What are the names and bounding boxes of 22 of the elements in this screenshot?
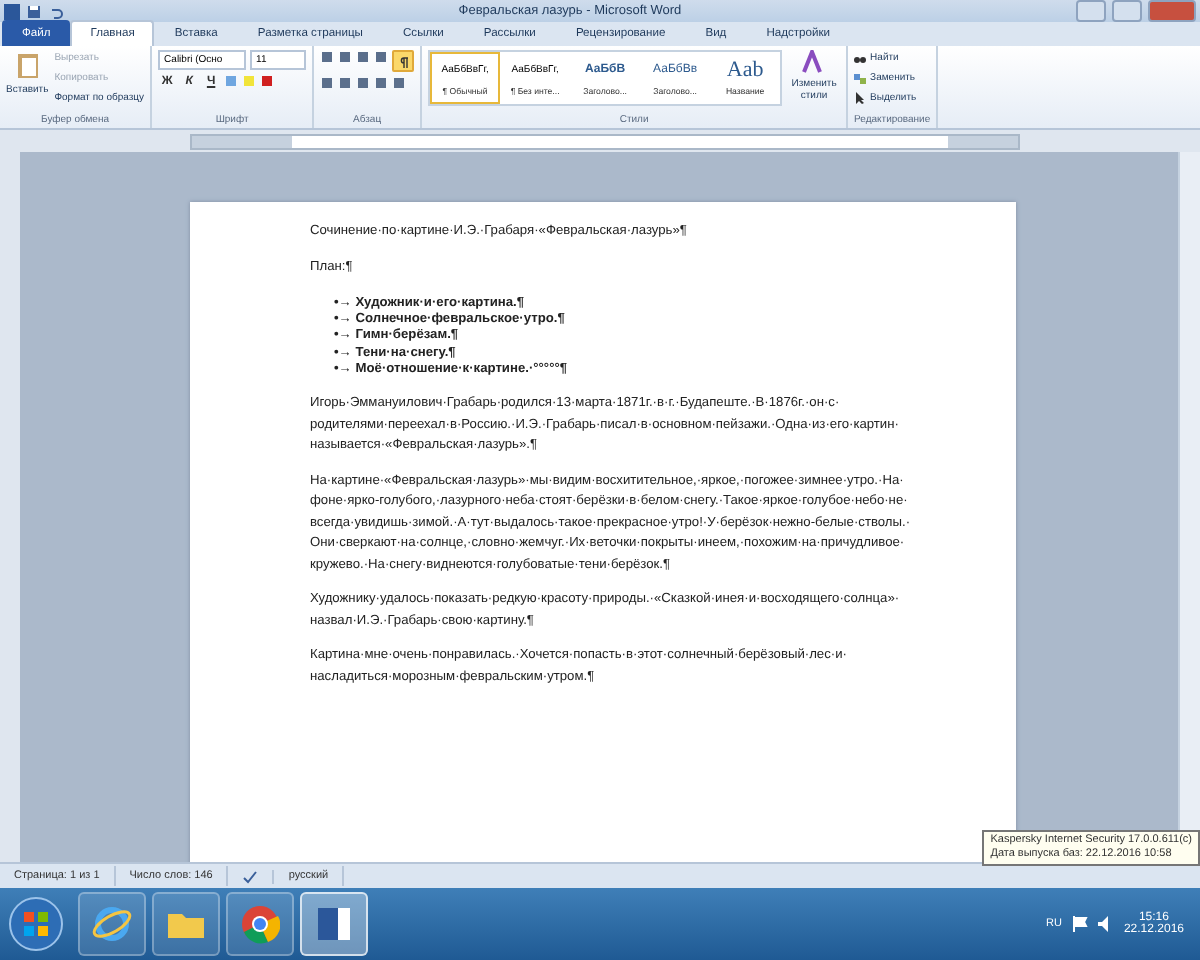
word-icon	[314, 904, 354, 944]
binoculars-icon	[854, 53, 867, 63]
taskbar-app[interactable]	[152, 892, 220, 956]
flag-icon[interactable]	[1071, 916, 1088, 932]
taskbar-app[interactable]	[226, 892, 294, 956]
undo-icon[interactable]	[48, 3, 64, 19]
save-icon[interactable]	[26, 3, 42, 19]
show-marks-button[interactable]	[392, 50, 415, 72]
speaker-icon[interactable]	[1097, 916, 1114, 932]
taskbar-app[interactable]	[300, 892, 368, 956]
pilcrow-icon	[397, 55, 410, 67]
style-sample: Aab	[726, 60, 764, 80]
clipboard-icon[interactable]	[15, 50, 40, 78]
cursor-icon	[854, 92, 867, 104]
proofing-icon[interactable]	[242, 869, 259, 883]
chrome-icon	[240, 904, 280, 944]
replace-icon	[854, 73, 867, 83]
taskbar-app[interactable]	[78, 892, 146, 956]
change-styles-icon[interactable]	[802, 50, 827, 74]
start-button[interactable]	[8, 896, 64, 952]
ie-browser-icon	[92, 904, 132, 944]
folder-icon	[166, 908, 206, 940]
